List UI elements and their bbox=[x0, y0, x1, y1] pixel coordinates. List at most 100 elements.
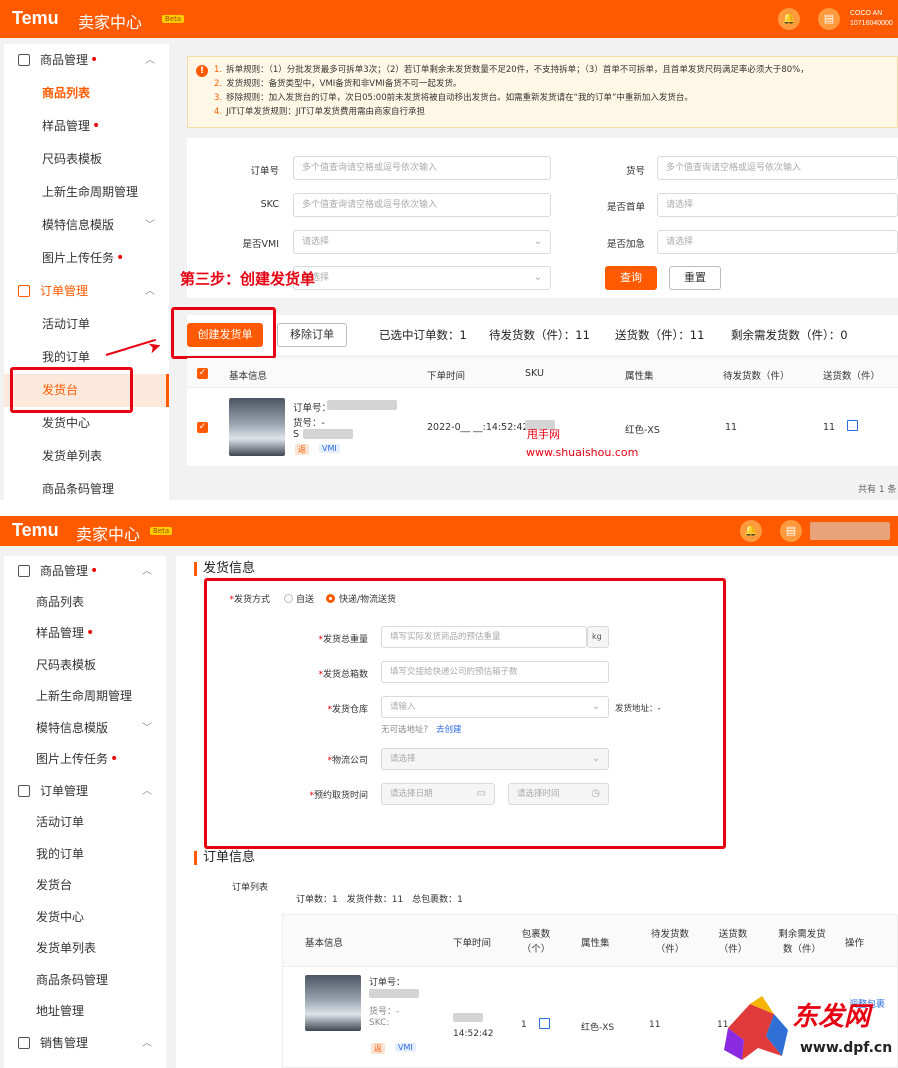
vmi-tag: VMI bbox=[319, 444, 340, 453]
order-no-input[interactable]: 多个值查询请空格或逗号依次输入 bbox=[293, 156, 551, 180]
checkbox-icon[interactable]: ✓ bbox=[197, 368, 208, 379]
remove-order-button[interactable]: 移除订单 bbox=[277, 323, 347, 347]
sidebar-item-active-orders[interactable]: 活动订单 bbox=[4, 308, 169, 341]
sidebar-item-goods-list[interactable]: 商品列表 bbox=[4, 587, 166, 618]
goods-no-input[interactable]: 多个值查询请空格或逗号依次输入 bbox=[657, 156, 898, 180]
urgent-select[interactable]: 请选择 bbox=[657, 230, 898, 254]
col-sku: SKU bbox=[525, 368, 544, 379]
sidebar-item-image-upload[interactable]: 图片上传任务 • bbox=[4, 744, 166, 775]
sidebar-label: 商品管理 bbox=[40, 53, 89, 67]
redacted-account bbox=[810, 522, 890, 540]
vmi-tag: VMI bbox=[395, 1043, 416, 1052]
product-thumbnail bbox=[229, 398, 285, 456]
chevron-down-icon: ﹀ bbox=[142, 723, 152, 734]
sidebar-item-shipping-center[interactable]: 发货中心 bbox=[4, 902, 166, 933]
avatar-icon[interactable]: ▤ bbox=[818, 8, 840, 30]
selected-orders-count: 已选中订单数：1 bbox=[379, 328, 467, 342]
col-basic-info: 基本信息 bbox=[305, 938, 344, 949]
checkbox-icon[interactable]: ✓ bbox=[197, 422, 208, 433]
vmi-select[interactable]: 请选择 ⌄ bbox=[293, 230, 551, 254]
orders-icon bbox=[18, 785, 30, 797]
annotation-step-three: 第三步：创建发货单 bbox=[180, 270, 316, 288]
col-ship: 送货数（件） bbox=[823, 371, 881, 382]
goods-no: 货号：- bbox=[369, 1007, 400, 1017]
sidebar-item-size-template[interactable]: 尺码表模板 bbox=[4, 143, 169, 176]
col-pending: 待发货数（件） bbox=[723, 371, 790, 382]
col-remaining: 剩余需发货数（件） bbox=[778, 929, 826, 955]
urgent-label: 是否加急 bbox=[606, 239, 645, 250]
sidebar-item-sample-mgmt[interactable]: 样品管理 • bbox=[4, 618, 166, 649]
first-order-select[interactable]: 请选择 bbox=[657, 193, 898, 217]
sidebar-group-orders[interactable]: 订单管理 ︿ bbox=[4, 776, 166, 807]
shipping-desk-screenshot: Temu 卖家中心 Beta 🔔 ▤ COCO AN 10716040000 商… bbox=[0, 0, 898, 500]
return-tag: 返 bbox=[371, 1043, 385, 1054]
bell-icon[interactable]: 🔔 bbox=[740, 520, 762, 542]
sidebar-item-shipping-list[interactable]: 发货单列表 bbox=[4, 933, 166, 964]
sidebar-group-goods[interactable]: 商品管理 • ︿ bbox=[4, 44, 169, 77]
edit-icon[interactable] bbox=[847, 420, 858, 431]
sidebar-label: 模特信息模版 bbox=[42, 218, 115, 232]
annotation-highlight-shipping-form bbox=[204, 578, 726, 849]
sidebar-item-my-orders[interactable]: 我的订单 bbox=[4, 839, 166, 870]
top-bar: Temu 卖家中心 Beta 🔔 ▤ COCO AN 10716040000 bbox=[0, 0, 898, 38]
ship-value: 11 bbox=[823, 422, 836, 433]
col-attributes: 属性集 bbox=[581, 938, 610, 949]
order-no-label: 订单号： bbox=[369, 978, 406, 988]
sidebar-group-orders[interactable]: 订单管理 ︿ bbox=[4, 275, 169, 308]
sidebar-item-size-template[interactable]: 尺码表模板 bbox=[4, 650, 166, 681]
annotation-highlight-shipping-desk bbox=[10, 367, 133, 413]
extra-select[interactable]: 请选择 ⌄ bbox=[293, 266, 551, 290]
sidebar-item-address[interactable]: 地址管理 bbox=[4, 996, 166, 1027]
order-time: 2022-0__ __:14:52:42 bbox=[427, 422, 529, 433]
sidebar-item-model-template[interactable]: 模特信息模版 ﹀ bbox=[4, 209, 169, 242]
table-total: 共有 1 条 bbox=[858, 485, 897, 495]
order-list-label: 订单列表 bbox=[232, 883, 269, 893]
red-dot: • bbox=[86, 625, 95, 641]
pending-qty: 待发货数（件）：11 bbox=[489, 328, 590, 342]
col-attributes: 属性集 bbox=[625, 371, 654, 382]
sidebar-item-goods-list[interactable]: 商品列表 bbox=[4, 77, 169, 110]
sidebar-item-barcode[interactable]: 商品条码管理 bbox=[4, 965, 166, 996]
product-thumbnail bbox=[305, 975, 361, 1031]
redacted-value bbox=[369, 989, 419, 998]
sidebar-item-image-upload[interactable]: 图片上传任务 • bbox=[4, 242, 169, 275]
sidebar-item-barcode[interactable]: 商品条码管理 bbox=[4, 473, 169, 500]
beta-badge: Beta bbox=[162, 15, 185, 23]
notice-line: 1. 拆单规则：（1）分批发货最多可拆单3次；（2）若订单剩余未发货数量不足20件… bbox=[214, 65, 809, 75]
chevron-up-icon: ︿ bbox=[142, 566, 152, 577]
account-name[interactable]: COCO AN bbox=[850, 9, 882, 18]
sidebar-item-active-orders[interactable]: 活动订单 bbox=[4, 807, 166, 838]
sidebar-item-shipping-desk[interactable]: 发货台 bbox=[4, 870, 166, 901]
chevron-up-icon: ︿ bbox=[145, 55, 155, 66]
edit-icon[interactable] bbox=[539, 1018, 550, 1029]
sidebar-item-lifecycle[interactable]: 上新生命周期管理 bbox=[4, 176, 169, 209]
seller-center-title: 卖家中心 bbox=[76, 525, 141, 544]
sidebar-item-model-template[interactable]: 模特信息模版 ﹀ bbox=[4, 713, 166, 744]
orders-icon bbox=[18, 285, 30, 297]
sidebar-item-sample-mgmt[interactable]: 样品管理 • bbox=[4, 110, 169, 143]
bell-icon[interactable]: 🔔 bbox=[778, 8, 800, 30]
beta-badge: Beta bbox=[150, 527, 173, 535]
create-shipment-screenshot: Temu 卖家中心 Beta 🔔 ▤ 商品管理 • ︿ 商品列表 样品管理 • 尺码… bbox=[0, 516, 898, 1068]
skc-input[interactable]: 多个值查询请空格或逗号依次输入 bbox=[293, 193, 551, 217]
sidebar-item-shipping-list[interactable]: 发货单列表 bbox=[4, 440, 169, 473]
attribute-value: 红色-XS bbox=[581, 1023, 615, 1033]
chevron-up-icon: ︿ bbox=[142, 786, 152, 797]
reset-button[interactable]: 重置 bbox=[669, 266, 721, 290]
sidebar-group-goods[interactable]: 商品管理 • ︿ bbox=[4, 556, 166, 587]
redacted-value bbox=[303, 429, 353, 439]
badge-url: www.dpf.cn bbox=[800, 1040, 893, 1056]
search-button[interactable]: 查询 bbox=[605, 266, 657, 290]
sidebar: 商品管理 • ︿ 商品列表 样品管理 • 尺码表模板 上新生命周期管理 模特信息模版… bbox=[4, 556, 166, 1068]
sidebar-label: 订单管理 bbox=[40, 784, 89, 798]
redacted-value bbox=[327, 400, 397, 410]
watermark-url: www.shuaishou.com bbox=[526, 446, 639, 459]
badge-name: 东发网 bbox=[792, 1002, 871, 1032]
sidebar-group-sales[interactable]: 销售管理 ︿ bbox=[4, 1028, 166, 1059]
avatar-icon[interactable]: ▤ bbox=[780, 520, 802, 542]
sidebar-item-lifecycle[interactable]: 上新生命周期管理 bbox=[4, 681, 166, 712]
remaining-qty: 剩余需发货数（件）：0 bbox=[731, 328, 848, 342]
skc-label: SKC: bbox=[369, 1018, 390, 1028]
chevron-down-icon: ﹀ bbox=[145, 220, 155, 231]
chevron-up-icon: ︿ bbox=[145, 286, 155, 297]
